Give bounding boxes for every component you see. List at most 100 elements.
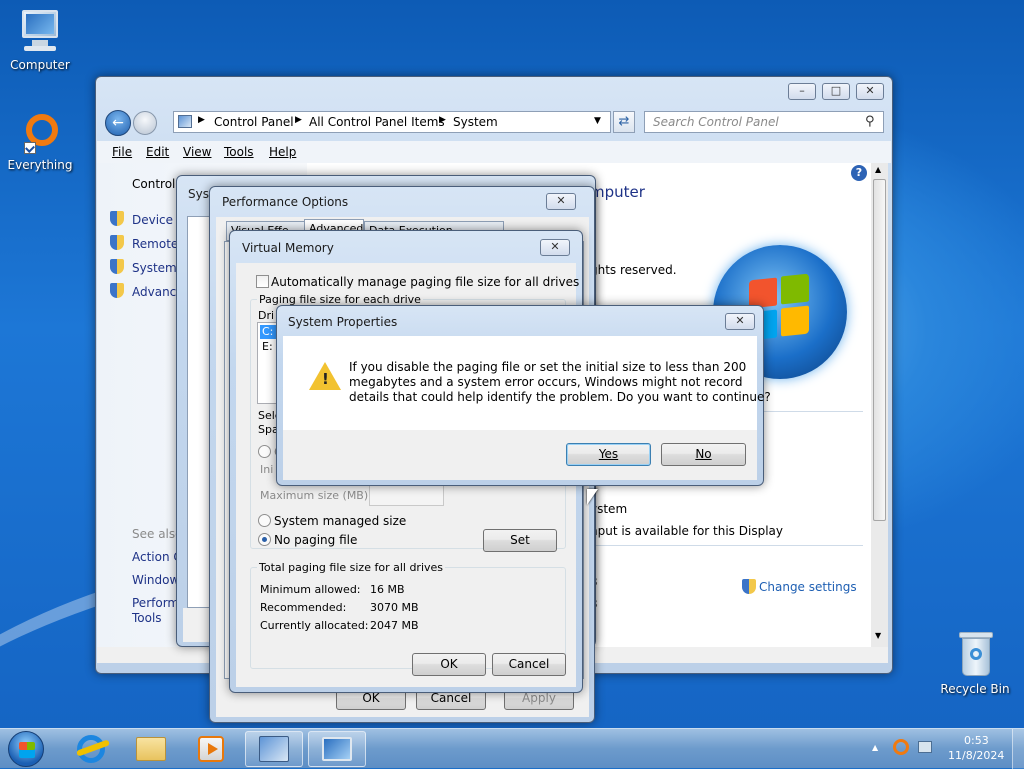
vertical-scrollbar[interactable]: ▲ ▼ [871, 163, 888, 647]
taskbar-system-properties[interactable] [308, 731, 366, 767]
taskbar: ▲ 0:53 11/8/2024 [0, 728, 1024, 769]
menu-help[interactable]: Help [269, 145, 296, 159]
set-button[interactable]: Set [483, 529, 557, 552]
back-button[interactable]: ← [105, 110, 131, 136]
no-paging-label: No paging file [274, 533, 358, 547]
address-dropdown-icon[interactable]: ▼ [594, 116, 601, 126]
shield-icon [110, 283, 124, 298]
close-button[interactable]: ✕ [856, 83, 884, 100]
scroll-thumb[interactable] [873, 179, 886, 521]
min-allowed-value: 16 MB [370, 583, 405, 596]
system-managed-label: System managed size [274, 514, 407, 528]
auto-manage-checkbox[interactable] [256, 275, 269, 288]
page-heading-fragment: mputer [590, 183, 645, 201]
taskbar-windows-explorer[interactable] [122, 731, 180, 767]
search-box[interactable]: Search Control Panel ⚲ [644, 111, 884, 133]
drive-item-e[interactable]: E: [260, 340, 273, 353]
scroll-up-icon[interactable]: ▲ [875, 165, 881, 174]
menu-edit[interactable]: Edit [146, 145, 169, 159]
change-settings-link[interactable]: Change settings [759, 580, 857, 594]
custom-size-radio[interactable] [258, 445, 271, 458]
shield-icon [110, 259, 124, 274]
close-button[interactable]: ✕ [546, 193, 576, 210]
system-managed-radio[interactable] [258, 514, 271, 527]
start-orb[interactable] [8, 731, 44, 767]
close-button[interactable]: ✕ [725, 313, 755, 330]
menu-bar: File Edit View Tools Help [97, 141, 891, 163]
desktop-icon-computer[interactable]: Computer [0, 8, 80, 72]
desktop-icon-everything[interactable]: Everything [0, 112, 80, 172]
forward-button[interactable] [133, 111, 157, 135]
auto-manage-label: Automatically manage paging file size fo… [271, 275, 580, 289]
desktop-icon-label: Recycle Bin [940, 682, 1010, 696]
currently-allocated-value: 2047 MB [370, 619, 419, 632]
taskbar-control-panel[interactable] [245, 731, 303, 767]
system-properties-alert-dialog: System Properties ✕ ! If you disable the… [276, 305, 771, 486]
ok-button[interactable]: OK [412, 653, 486, 676]
internet-explorer-icon [75, 735, 111, 763]
totals-group-label: Total paging file size for all drives [257, 561, 446, 574]
everything-tray-icon[interactable] [893, 739, 909, 755]
minimize-button[interactable]: – [788, 83, 816, 100]
show-desktop-button[interactable] [1012, 729, 1024, 769]
breadcrumb-separator-icon: ▶ [439, 115, 446, 125]
desktop-icon-label: Computer [10, 58, 70, 72]
scroll-down-icon[interactable]: ▼ [875, 631, 881, 640]
section-divider [587, 545, 863, 546]
clock-date[interactable]: 11/8/2024 [948, 749, 1004, 762]
windows-flag-icon [19, 742, 35, 758]
desktop: Computer Everything Recycle Bin – □ ✕ ← … [0, 0, 1024, 728]
mouse-cursor-icon [587, 489, 598, 505]
recommended-label: Recommended: [260, 601, 347, 614]
rights-text: ghts reserved. [590, 263, 677, 277]
currently-allocated-label: Currently allocated: [260, 619, 369, 632]
taskbar-media-player[interactable] [182, 731, 240, 767]
dialog-title: System Properties [288, 315, 398, 329]
show-hidden-icons[interactable]: ▲ [872, 743, 878, 752]
link-performance[interactable]: Perform [132, 596, 179, 610]
close-button[interactable]: ✕ [540, 239, 570, 256]
cancel-button[interactable]: Cancel [492, 653, 566, 676]
search-input[interactable]: Search Control Panel [653, 115, 779, 129]
control-panel-icon [259, 736, 289, 762]
refresh-button[interactable]: ⇄ [613, 111, 635, 133]
menu-file[interactable]: File [112, 145, 132, 159]
see-also-heading: See also [132, 527, 183, 541]
address-bar[interactable]: ▶ Control Panel ▶ All Control Panel Item… [173, 111, 611, 133]
monitor-icon [322, 737, 352, 761]
computer-icon [18, 8, 62, 56]
breadcrumb-system[interactable]: System [453, 115, 498, 129]
button-area: Yes No [283, 430, 757, 480]
maximum-size-input[interactable] [369, 485, 444, 506]
window-title: Virtual Memory [242, 241, 334, 255]
link-windows-update[interactable]: Window [132, 573, 179, 587]
maximize-button[interactable]: □ [822, 83, 850, 100]
shield-icon [110, 211, 124, 226]
help-icon[interactable]: ? [851, 165, 867, 181]
link-performance-tools[interactable]: Tools [132, 611, 162, 625]
breadcrumb-all-items[interactable]: All Control Panel Items [309, 115, 445, 129]
initial-size-fragment: Ini [260, 463, 274, 476]
desktop-icon-recycle-bin[interactable]: Recycle Bin [935, 630, 1015, 696]
recycle-bin-icon [955, 630, 995, 680]
warning-message-line3: details that could help identify the pro… [349, 390, 771, 404]
warning-message-line1: If you disable the paging file or set th… [349, 360, 747, 374]
yes-button[interactable]: Yes [566, 443, 651, 466]
taskbar-internet-explorer[interactable] [62, 731, 120, 767]
link-action-center[interactable]: Action C [132, 550, 182, 564]
warning-message-line2: megabytes and a system error occurs, Win… [349, 375, 743, 389]
desktop-icon-label: Everything [7, 158, 73, 172]
no-paging-radio[interactable] [258, 533, 271, 546]
breadcrumb-control-panel[interactable]: Control Panel [214, 115, 294, 129]
menu-tools[interactable]: Tools [224, 145, 254, 159]
left-pane-title[interactable]: Control [132, 177, 175, 191]
network-icon[interactable] [918, 741, 932, 753]
no-button[interactable]: No [661, 443, 746, 466]
everything-icon [18, 112, 62, 156]
search-icon[interactable]: ⚲ [865, 114, 875, 129]
drive-header-fragment: Drive [258, 309, 274, 322]
clock-time[interactable]: 0:53 [964, 734, 989, 747]
menu-view[interactable]: View [183, 145, 211, 159]
link-remote-settings[interactable]: Remote [132, 237, 178, 251]
shield-icon [110, 235, 124, 250]
